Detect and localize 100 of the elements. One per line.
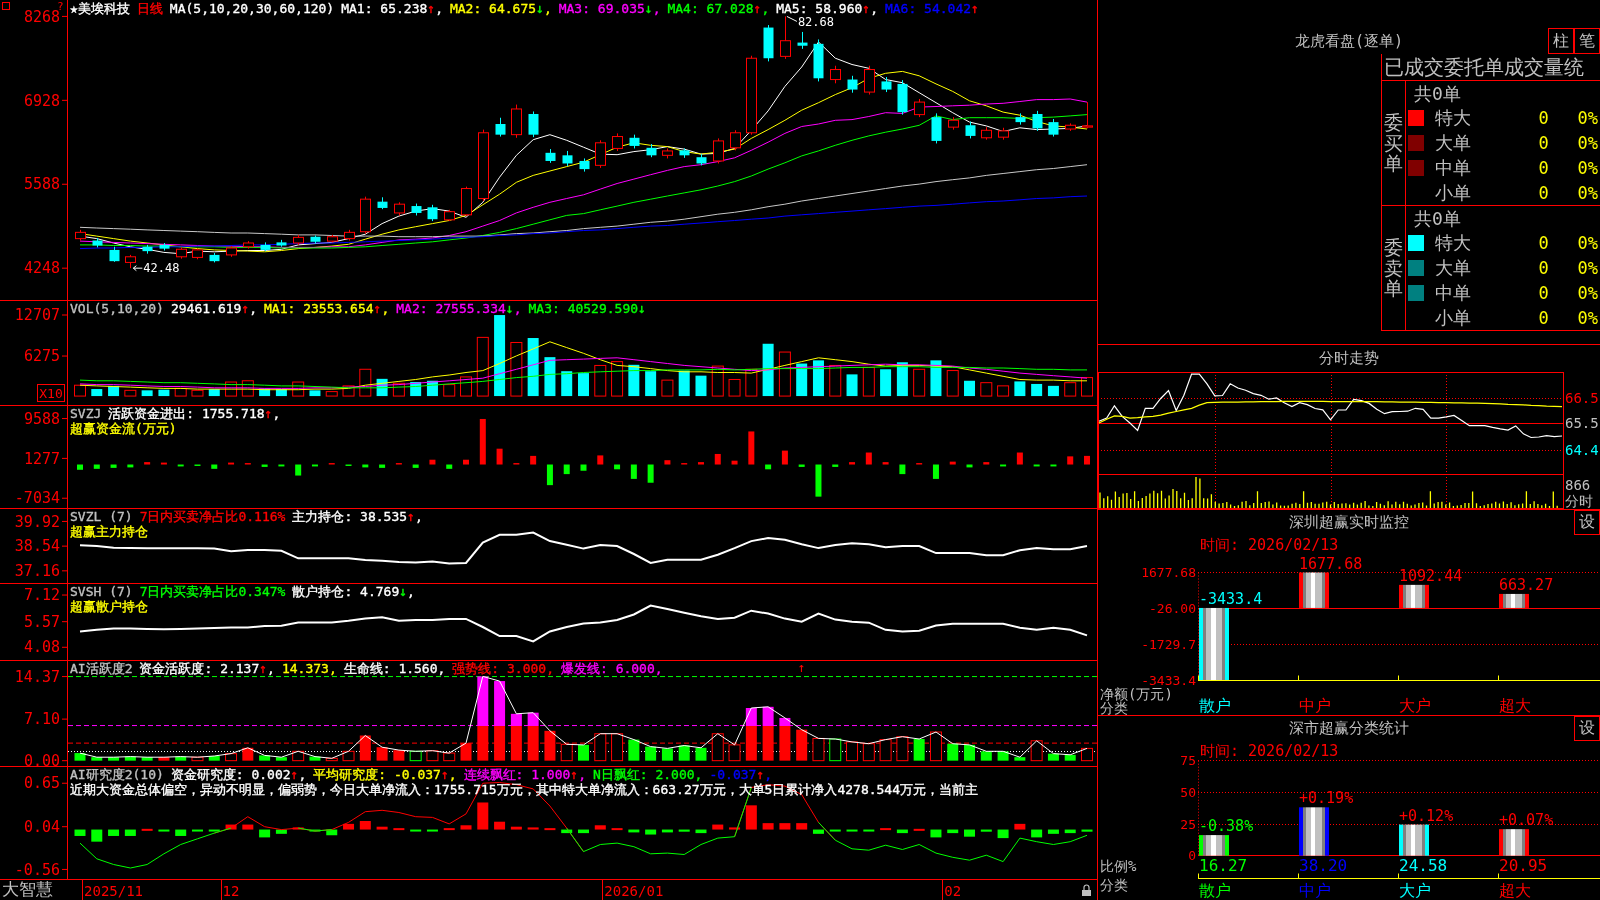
- volume-bar: [544, 357, 556, 397]
- volume-bar: [711, 365, 724, 397]
- fund-flow-bar: [614, 464, 621, 470]
- legend-text: 7日内买卖净占比0.347%: [139, 584, 286, 599]
- candle: [679, 147, 690, 159]
- axis-label: 7.10: [23, 710, 60, 729]
- activity-bar: [846, 741, 859, 762]
- volume-bar: [527, 338, 539, 397]
- legend-text: N日飘红: 2.000,: [593, 767, 703, 782]
- value-label: -3433.4: [1199, 589, 1263, 608]
- activity-bar: [191, 756, 204, 762]
- volume-bar: [745, 368, 758, 397]
- axis-label: -1729.7: [1141, 637, 1196, 652]
- view-toggle-button[interactable]: 柱: [1548, 28, 1574, 54]
- fund-flow-bar: [228, 462, 235, 465]
- activity-bar: [443, 752, 456, 762]
- candle: [847, 75, 858, 94]
- volume-bar: [645, 371, 657, 397]
- research-bar: [208, 829, 220, 832]
- axis-label: 12707: [14, 306, 60, 325]
- candle: [411, 203, 422, 216]
- order-count: 0: [1538, 182, 1549, 203]
- candle: [763, 24, 774, 62]
- volume-bar: [1031, 383, 1043, 397]
- axis-label: 0: [1188, 848, 1196, 864]
- activity-bar: [913, 739, 925, 761]
- axis-title: 净额(万元): [1100, 686, 1173, 702]
- fund-flow-bar: [530, 455, 537, 465]
- fund-flow-bar: [311, 464, 318, 467]
- research-bar: [359, 821, 371, 830]
- fund-flow-bar: [77, 464, 83, 470]
- settings-button[interactable]: 设: [1574, 510, 1600, 535]
- candle: [646, 143, 657, 158]
- fund-flow-bar: [815, 464, 822, 497]
- legend-text: 强势线: 3.000,: [452, 661, 554, 676]
- research-bar: [611, 828, 623, 831]
- volume-bar: [812, 360, 824, 397]
- volume-bar: [510, 342, 523, 397]
- research-bar: [1031, 829, 1043, 838]
- settings-button[interactable]: 设: [1574, 716, 1600, 741]
- axis-multiplier-label: X10: [37, 384, 65, 402]
- activity-bar: [275, 757, 287, 761]
- activity-bar: [695, 747, 707, 761]
- volume-bar: [410, 382, 422, 397]
- fund-flow-bar: [1033, 464, 1040, 467]
- volume-bar: [1064, 382, 1077, 397]
- volume-bar: [695, 375, 707, 397]
- research-bar: [175, 829, 187, 836]
- research-bar: [762, 823, 774, 830]
- candle: [528, 111, 539, 138]
- research-bar: [796, 823, 808, 830]
- value-label: 1092.44: [1399, 566, 1463, 585]
- order-share: 0%: [1577, 258, 1598, 279]
- fund-flow-bar: [1000, 464, 1007, 467]
- volume-bar: [108, 385, 120, 397]
- candle: [276, 239, 287, 248]
- candle: [444, 209, 455, 222]
- fund-flow-bar: [865, 452, 872, 465]
- candle: [1015, 112, 1026, 126]
- fund-flow-bar: [983, 462, 990, 465]
- activity-bar: [359, 735, 371, 761]
- candle: [662, 147, 673, 159]
- activity-bar: [862, 743, 875, 762]
- volume-bar: [661, 379, 674, 397]
- change-label: +0.12%: [1399, 806, 1454, 825]
- research-bar: [1047, 829, 1059, 834]
- value-label: 663.27: [1499, 575, 1554, 594]
- order-size-label: 特大: [1435, 106, 1471, 131]
- candle: [310, 235, 321, 245]
- activity-bar: [74, 753, 86, 761]
- order-count: 0: [1538, 133, 1549, 154]
- research-bar: [158, 829, 170, 832]
- candle: [327, 234, 338, 243]
- volume-bar: [846, 374, 858, 397]
- volume-bar: [1081, 377, 1093, 397]
- volume-bar: [225, 381, 238, 397]
- fund-flow-bar: [177, 464, 184, 467]
- fund-flow-bar: [714, 453, 721, 465]
- research-bar: [192, 829, 203, 832]
- volume-bar: [275, 389, 287, 397]
- legend-text: 爆发线: 6.000,: [561, 661, 663, 676]
- research-bar: [812, 829, 824, 834]
- volume-bar: [930, 360, 942, 397]
- activity-bar: [460, 743, 472, 761]
- fund-flow-bar: [698, 462, 704, 465]
- date-label: 2026/01: [604, 883, 664, 899]
- activity-bar: [510, 713, 522, 761]
- volume-bar: [325, 391, 338, 397]
- legend-text: VOL(5,10,20): [70, 301, 164, 316]
- fund-flow-bar: [1067, 456, 1074, 465]
- activity-bar: [409, 750, 422, 762]
- volume-bar: [896, 362, 908, 397]
- axis-label: -7034: [14, 489, 60, 508]
- order-count: 0: [1538, 108, 1549, 129]
- view-toggle-button[interactable]: 笔: [1574, 28, 1600, 54]
- candle: [696, 153, 707, 166]
- volume-bar: [91, 389, 103, 397]
- research-bar: [91, 829, 103, 842]
- research-bar: [410, 829, 422, 832]
- fund-flow-bar: [1050, 464, 1057, 467]
